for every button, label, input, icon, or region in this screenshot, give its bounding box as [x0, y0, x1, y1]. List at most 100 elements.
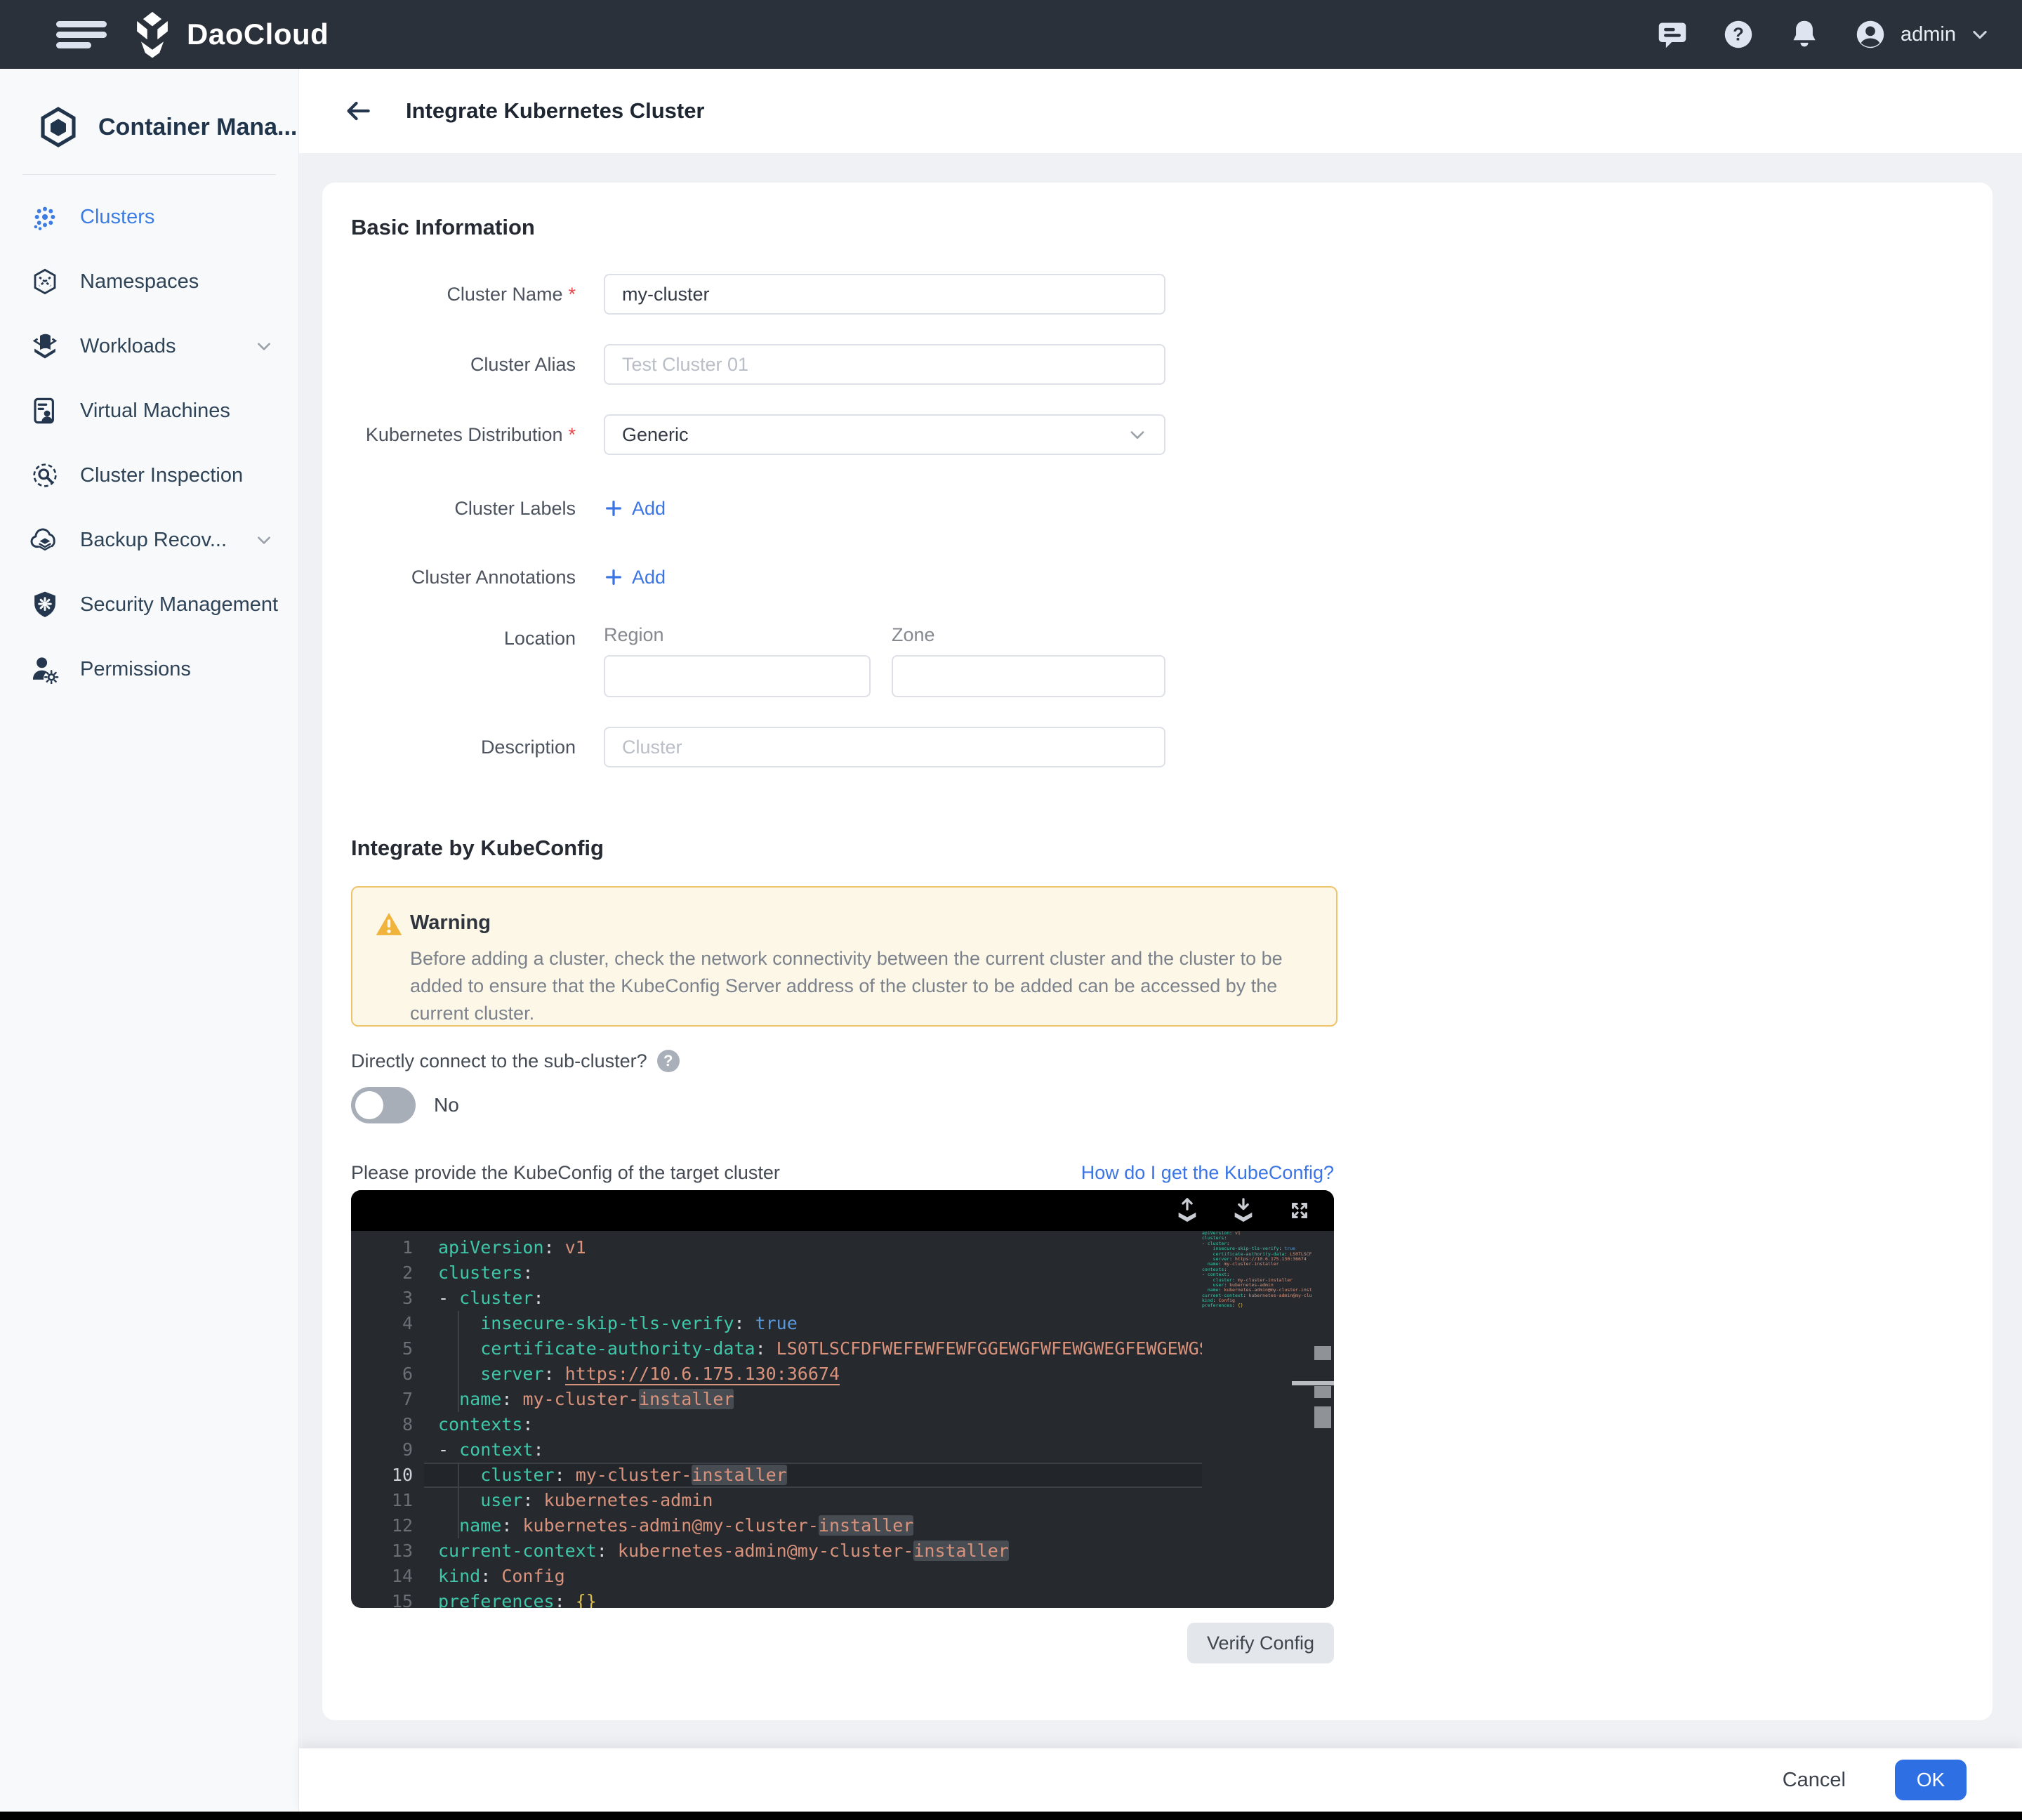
location-label: Location — [322, 624, 576, 652]
line-number: 11 — [351, 1488, 413, 1513]
sidebar-item-clusters[interactable]: Clusters — [0, 185, 298, 249]
code-line[interactable]: 13current-context: kubernetes-admin@my-c… — [351, 1538, 1334, 1564]
code-text: name: my-cluster-installer — [438, 1387, 734, 1412]
chevron-down-icon — [1128, 425, 1147, 444]
backup-recovery-icon — [29, 525, 60, 555]
required-asterisk: * — [568, 284, 576, 305]
code-line[interactable]: 3 - cluster: — [351, 1286, 1334, 1311]
cluster-name-label: Cluster Name* — [322, 274, 576, 315]
code-line[interactable]: 15preferences: {} — [351, 1589, 1334, 1608]
svg-text:?: ? — [1733, 25, 1744, 44]
sidebar-item-workloads[interactable]: Workloads — [0, 314, 298, 378]
form-card: Basic Information Cluster Name* Cluster … — [322, 183, 1993, 1720]
indent-guide — [458, 1311, 459, 1412]
cluster-name-input[interactable] — [604, 274, 1165, 315]
code-line[interactable]: 6 server: https://10.6.175.130:36674 — [351, 1361, 1334, 1387]
chevron-down-icon — [1970, 25, 1990, 44]
line-number: 1 — [351, 1235, 413, 1260]
chat-icon[interactable] — [1656, 18, 1689, 51]
editor-toolbar — [351, 1190, 1334, 1231]
download-icon[interactable] — [1230, 1197, 1257, 1224]
add-cluster-annotation-button[interactable]: Add — [604, 558, 666, 597]
indent-guide — [458, 1463, 459, 1538]
kubernetes-distribution-select[interactable]: Generic — [604, 414, 1165, 455]
sidebar-item-permissions[interactable]: Permissions — [0, 637, 298, 701]
kubeconfig-help-link[interactable]: How do I get the KubeConfig? — [1081, 1162, 1334, 1184]
back-arrow-icon[interactable] — [343, 95, 374, 126]
editor-scrollbar[interactable] — [1311, 1231, 1334, 1608]
code-line[interactable]: 14kind: Config — [351, 1564, 1334, 1589]
window-bottom-edge — [0, 1812, 2022, 1820]
code-line[interactable]: 12 name: kubernetes-admin@my-cluster-ins… — [351, 1513, 1334, 1538]
verify-config-button[interactable]: Verify Config — [1187, 1623, 1334, 1663]
warning-alert: Warning Before adding a cluster, check t… — [351, 886, 1337, 1027]
code-line[interactable]: 7 name: my-cluster-installer — [351, 1387, 1334, 1412]
selected-distribution: Generic — [622, 424, 1128, 446]
content-area: Basic Information Cluster Name* Cluster … — [299, 153, 2022, 1748]
code-line[interactable]: 9 - context: — [351, 1437, 1334, 1463]
code-line[interactable]: 10 cluster: my-cluster-installer — [351, 1463, 1334, 1488]
kubeconfig-editor[interactable]: 1apiVersion: v12clusters:3 - cluster:4 in… — [351, 1190, 1334, 1608]
zone-input[interactable] — [892, 655, 1165, 697]
code-text: current-context: kubernetes-admin@my-clu… — [438, 1538, 1009, 1564]
sidebar-item-label: Namespaces — [80, 270, 199, 294]
cancel-button[interactable]: Cancel — [1783, 1769, 1846, 1792]
editor-body[interactable]: 1apiVersion: v12clusters:3 - cluster:4 in… — [351, 1231, 1334, 1608]
scrollbar-marker — [1314, 1386, 1331, 1398]
sidebar-item-backup-recov[interactable]: Backup Recov... — [0, 508, 298, 572]
direct-connect-toggle[interactable] — [351, 1087, 416, 1123]
help-tooltip-icon[interactable]: ? — [657, 1050, 680, 1072]
page-title: Integrate Kubernetes Cluster — [406, 98, 705, 124]
line-number: 9 — [351, 1437, 413, 1463]
sidebar-item-label: Security Management — [80, 593, 278, 616]
sidebar-item-namespaces[interactable]: Namespaces — [0, 249, 298, 314]
cluster-inspection-icon — [29, 460, 60, 491]
virtual-machines-icon — [29, 395, 60, 426]
permissions-icon — [29, 654, 60, 685]
menu-icon[interactable] — [56, 21, 108, 49]
code-line[interactable]: 1apiVersion: v1 — [351, 1235, 1334, 1260]
brand-name: DaoCloud — [187, 18, 329, 51]
minimap-line: preferences: {} — [1202, 1303, 1311, 1308]
username: admin — [1901, 23, 1956, 46]
ok-button[interactable]: OK — [1895, 1760, 1967, 1800]
fullscreen-icon[interactable] — [1286, 1197, 1313, 1224]
code-line[interactable]: 11 user: kubernetes-admin — [351, 1488, 1334, 1513]
add-cluster-label-button[interactable]: Add — [604, 489, 666, 528]
cluster-alias-label: Cluster Alias — [322, 344, 576, 385]
cluster-alias-input[interactable] — [604, 344, 1165, 385]
direct-connect-label: Directly connect to the sub-cluster? — [351, 1050, 647, 1072]
code-line[interactable]: 2clusters: — [351, 1260, 1334, 1286]
scrollbar-marker — [1314, 1406, 1331, 1428]
line-number: 2 — [351, 1260, 413, 1286]
plus-icon — [604, 567, 623, 587]
code-text: name: kubernetes-admin@my-cluster-instal… — [438, 1513, 913, 1538]
avatar — [1854, 18, 1886, 51]
code-text: - context: — [438, 1437, 544, 1463]
line-number: 5 — [351, 1336, 413, 1361]
editor-minimap[interactable]: apiVersion: v1clusters:- cluster: insecu… — [1202, 1231, 1311, 1608]
line-number: 6 — [351, 1361, 413, 1387]
sidebar-item-security-management[interactable]: Security Management — [0, 572, 298, 637]
code-text: - cluster: — [438, 1286, 544, 1311]
region-input[interactable] — [604, 655, 871, 697]
sidebar-item-virtual-machines[interactable]: Virtual Machines — [0, 378, 298, 443]
bell-icon[interactable] — [1788, 18, 1821, 51]
code-text: server: https://10.6.175.130:36674 — [438, 1361, 840, 1387]
sidebar-item-cluster-inspection[interactable]: Cluster Inspection — [0, 443, 298, 508]
code-text: kind: Config — [438, 1564, 565, 1589]
sidebar-item-label: Cluster Inspection — [80, 464, 243, 487]
user-menu[interactable]: admin — [1854, 18, 1990, 51]
description-input[interactable] — [604, 727, 1165, 767]
page-header: Integrate Kubernetes Cluster — [299, 69, 2022, 153]
product-switcher[interactable]: Container Mana... — [0, 69, 298, 149]
product-name: Container Mana... — [98, 114, 297, 141]
chevron-down-icon — [255, 531, 273, 549]
upload-icon[interactable] — [1174, 1197, 1201, 1224]
line-number: 3 — [351, 1286, 413, 1311]
help-icon[interactable]: ? — [1722, 18, 1755, 51]
code-line[interactable]: 4 insecure-skip-tls-verify: true — [351, 1311, 1334, 1336]
code-text: certificate-authority-data: LS0TLSCFDFWE… — [438, 1336, 1334, 1361]
code-line[interactable]: 8contexts: — [351, 1412, 1334, 1437]
code-line[interactable]: 5 certificate-authority-data: LS0TLSCFDF… — [351, 1336, 1334, 1361]
